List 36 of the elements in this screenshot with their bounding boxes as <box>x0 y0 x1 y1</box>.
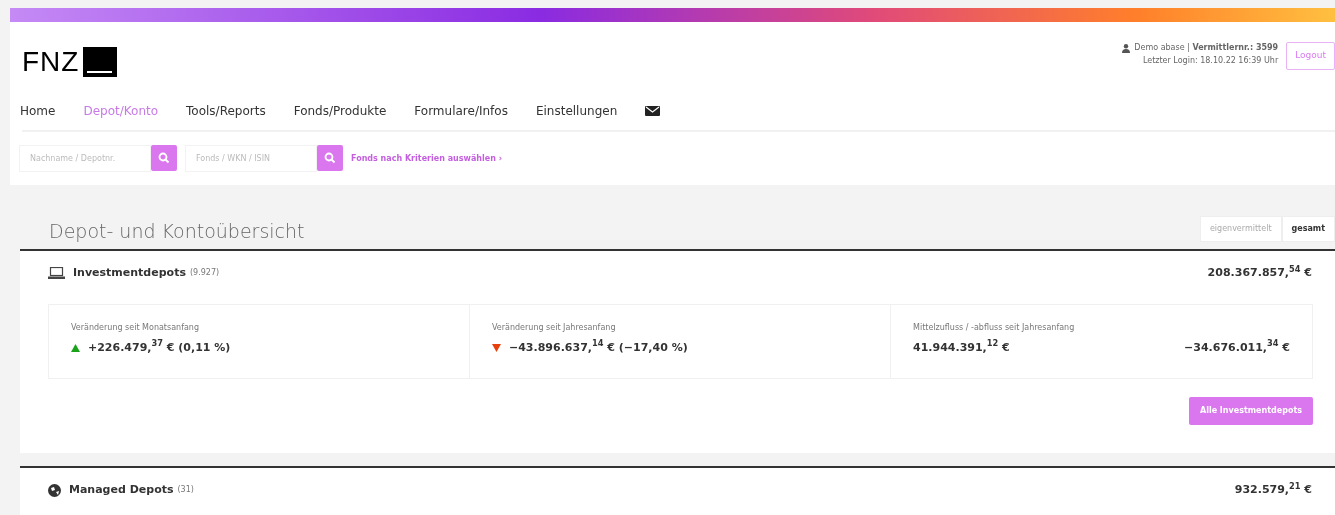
mail-icon[interactable] <box>645 106 661 116</box>
nav-tab[interactable]: Tools/Reports <box>186 102 266 120</box>
filter-toggle[interactable]: gesamt <box>1281 216 1335 242</box>
logo-mark-icon <box>83 47 118 77</box>
stat-value: −43.896.637,$^{14}$ € (−17,40 %) <box>509 339 688 356</box>
stat-label: Veränderung seit Jahresanfang <box>492 321 617 334</box>
nav-tab[interactable]: Home <box>20 102 56 120</box>
stat-value: 41.944.391,$^{12}$ € <box>913 339 1010 356</box>
search-field[interactable]: Nachname / Depotnr. <box>19 145 151 172</box>
nav-tab[interactable]: Einstellungen <box>535 102 618 120</box>
laptop-icon <box>48 267 65 280</box>
search-icon <box>158 152 170 164</box>
up-triangle-icon <box>71 343 80 352</box>
stat-value: +226.479,$^{37}$ € (0,11 %) <box>88 339 231 356</box>
section-title: Investmentdepots <box>73 265 186 281</box>
globe-icon <box>48 483 61 497</box>
section-total: 932.579,$^{21}$ € <box>1234 482 1312 498</box>
search-icon <box>324 152 336 164</box>
section-count: (31) <box>177 484 194 497</box>
section-count: (9.927) <box>189 267 220 280</box>
logo-text: FNZ <box>22 48 80 76</box>
last-login-text: Letzter Login: 18.10.22 16:39 Uhr <box>1141 54 1279 67</box>
section-title: Managed Depots <box>69 482 174 498</box>
search-button[interactable] <box>317 145 343 171</box>
stat-label: Mittelzufluss / -abfluss seit Jahresanfang <box>913 321 1076 334</box>
section-total: 208.367.857,$^{54}$ € <box>1207 265 1312 281</box>
nav-tab[interactable]: Formulare/Infos <box>414 102 508 120</box>
search-field[interactable]: Fonds / WKN / ISIN <box>185 145 317 172</box>
nav-tab[interactable]: Fonds/Produkte <box>293 102 387 120</box>
user-icon <box>1122 43 1131 53</box>
search-button[interactable] <box>151 145 177 171</box>
stat-value: −34.676.011,$^{34}$ € <box>1184 339 1290 356</box>
stat-label: Veränderung seit Monatsanfang <box>71 321 200 334</box>
down-triangle-icon <box>492 343 501 352</box>
page-title: Depot- und Kontoübersicht <box>49 218 305 244</box>
user-info-text: Demo abase | Vermittlernr.: 3599 <box>1134 42 1279 54</box>
